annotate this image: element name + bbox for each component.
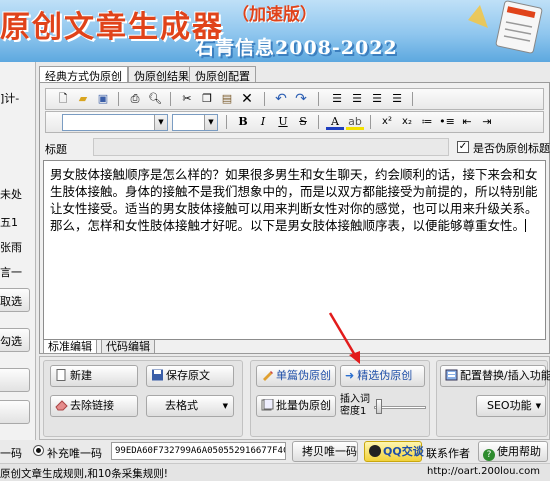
undo-icon[interactable]: ↶ xyxy=(272,91,290,107)
left-button-4[interactable] xyxy=(0,400,30,424)
justify-icon[interactable]: ☰ xyxy=(388,91,406,107)
tab-standard-edit[interactable]: 标准编辑 xyxy=(43,340,97,354)
bullet-list-icon[interactable]: •≡ xyxy=(438,114,456,130)
text-caret xyxy=(525,219,527,232)
tab-rewrite-config[interactable]: 伪原创配置 xyxy=(189,66,256,83)
tab-classic-rewrite[interactable]: 经典方式伪原创 xyxy=(39,66,128,83)
seo-button[interactable]: SEO功能 ▼ xyxy=(476,395,546,417)
help-button[interactable]: ? 使用帮助 xyxy=(478,441,548,462)
italic-icon[interactable]: I xyxy=(254,114,272,130)
formatting-toolbar-1: 🗋 ▰ ▣ ⎙ 🔍︎ ✂ ❐ ▤ ✕ ↶ ↷ ☰ ☰ ☰ ☰ xyxy=(45,88,544,110)
print-icon[interactable]: ⎙ xyxy=(126,91,144,107)
bold-icon[interactable]: B xyxy=(234,114,252,130)
title-label: 标题 xyxy=(45,143,67,156)
tab-code-edit[interactable]: 代码编辑 xyxy=(101,340,155,354)
chevron-down-icon: ▼ xyxy=(535,402,541,410)
chevron-down-icon: ▼ xyxy=(222,402,228,410)
app-title: 原创文章生成器 xyxy=(0,10,224,45)
status-text: 原创文章生成规则,和10条采集规则! xyxy=(0,468,168,480)
qq-penguin-icon xyxy=(369,445,381,457)
save-original-button[interactable]: 保存原文 xyxy=(146,365,234,387)
indent-icon[interactable]: ⇥ xyxy=(478,114,496,130)
status-url[interactable]: http://oart.200lou.com xyxy=(427,466,540,477)
company-name: 石青信息2008-2022 xyxy=(195,37,398,59)
align-left-icon[interactable]: ☰ xyxy=(328,91,346,107)
title-input[interactable] xyxy=(93,138,449,156)
left-text-4: 张雨 xyxy=(0,241,22,254)
editor-panel: 🗋 ▰ ▣ ⎙ 🔍︎ ✂ ❐ ▤ ✕ ↶ ↷ ☰ ☰ ☰ ☰ ▼ ▼ B I U… xyxy=(39,82,550,354)
help-icon: ? xyxy=(483,449,495,461)
batch-icon xyxy=(261,399,274,411)
print-preview-icon[interactable]: 🔍︎ xyxy=(146,91,164,107)
left-button-invert-select[interactable]: 取选 xyxy=(0,288,30,312)
remove-format-button[interactable]: 去格式 ▼ xyxy=(146,395,234,417)
align-center-icon[interactable]: ☰ xyxy=(348,91,366,107)
redo-icon[interactable]: ↷ xyxy=(292,91,310,107)
supplement-code-label: 补充唯一码 xyxy=(47,447,102,460)
title-row: 标题 ✓ 是否伪原创标题 xyxy=(45,138,550,158)
copy-icon[interactable]: ❐ xyxy=(198,91,216,107)
pencil-icon xyxy=(263,371,273,381)
superscript-icon[interactable]: x² xyxy=(378,114,396,130)
left-text-3: 五1 xyxy=(0,216,18,229)
mode-one-label: 一码 xyxy=(0,447,22,460)
formatting-toolbar-2: ▼ ▼ B I U S A ab x² x₂ ≔ •≡ ⇤ ⇥ xyxy=(45,111,544,133)
banner-decoration-icon xyxy=(468,0,543,54)
left-text-2: 未处 xyxy=(0,188,22,201)
remove-links-button[interactable]: 去除链接 xyxy=(50,395,138,417)
insert-density-label: 插入词 密度1 xyxy=(340,394,370,417)
replace-config-button[interactable]: 配置替换/插入功能 xyxy=(440,365,550,387)
tab-rewrite-result[interactable]: 伪原创结果 xyxy=(128,66,195,83)
paste-icon[interactable]: ▤ xyxy=(218,91,236,107)
supplement-code-radio[interactable] xyxy=(33,445,44,456)
article-text: 男女肢体接触顺序是怎么样的？如果很多男生和女生聊天，约会顺利的话，接下来会和女生… xyxy=(50,167,538,233)
left-text-5: 言一 xyxy=(0,266,22,279)
font-size-select[interactable]: ▼ xyxy=(172,114,218,131)
save-icon xyxy=(152,369,163,381)
delete-icon[interactable]: ✕ xyxy=(238,91,256,107)
article-editor[interactable]: 男女肢体接触顺序是怎么样的？如果很多男生和女生聊天，约会顺利的话，接下来会和女生… xyxy=(43,160,546,340)
highlight-icon[interactable]: ab xyxy=(346,114,364,130)
left-button-3[interactable] xyxy=(0,368,30,392)
chevron-down-icon: ▼ xyxy=(204,115,217,130)
rewrite-title-checkbox[interactable]: ✓ xyxy=(457,141,469,153)
outdent-icon[interactable]: ⇤ xyxy=(458,114,476,130)
config-icon xyxy=(445,369,458,381)
new-button[interactable]: 新建 xyxy=(50,365,138,387)
left-button-check-select[interactable]: 勾选 xyxy=(0,328,30,352)
app-banner: 原创文章生成器 （加速版） 石青信息2008-2022 xyxy=(0,0,550,62)
new-doc-icon[interactable]: 🗋 xyxy=(54,91,72,107)
underline-icon[interactable]: U xyxy=(274,114,292,130)
open-folder-icon[interactable]: ▰ xyxy=(74,91,92,107)
batch-rewrite-button[interactable]: 批量伪原创 xyxy=(256,395,336,417)
left-text-1: ]计- xyxy=(0,92,20,105)
eraser-icon xyxy=(55,400,68,411)
numbered-list-icon[interactable]: ≔ xyxy=(418,114,436,130)
unique-code-field[interactable]: 99EDA60F732799A6A050552916677F4CC xyxy=(111,442,286,460)
left-panel: ]计- 未处 五1 张雨 言一 取选 勾选 xyxy=(0,62,36,442)
font-family-select[interactable]: ▼ xyxy=(62,114,168,131)
annotation-arrow-icon xyxy=(328,312,360,364)
copy-code-button[interactable]: 拷贝唯一码 xyxy=(292,441,358,462)
cut-icon[interactable]: ✂ xyxy=(178,91,196,107)
slider-handle[interactable] xyxy=(376,399,382,414)
status-bar: 原创文章生成规则,和10条采集规则! http://oart.200lou.co… xyxy=(0,463,550,481)
new-doc-icon xyxy=(56,369,66,381)
strikethrough-icon[interactable]: S xyxy=(294,114,312,130)
rewrite-title-label: 是否伪原创标题 xyxy=(473,142,550,155)
action-panel: 新建 保存原文 去除链接 去格式 ▼ 单篇伪原创 ➜ 精选伪原创 批量伪原创 插入… xyxy=(39,312,550,440)
contact-author-link[interactable]: 联系作者 xyxy=(426,445,470,461)
align-right-icon[interactable]: ☰ xyxy=(368,91,386,107)
font-color-icon[interactable]: A xyxy=(326,114,344,130)
app-edition: （加速版） xyxy=(232,5,317,25)
qq-chat-button[interactable]: QQ交谈 xyxy=(364,441,424,462)
bottom-bar: 一码 补充唯一码 99EDA60F732799A6A050552916677F4… xyxy=(0,440,550,464)
save-icon[interactable]: ▣ xyxy=(94,91,112,107)
subscript-icon[interactable]: x₂ xyxy=(398,114,416,130)
chevron-down-icon: ▼ xyxy=(154,115,167,130)
